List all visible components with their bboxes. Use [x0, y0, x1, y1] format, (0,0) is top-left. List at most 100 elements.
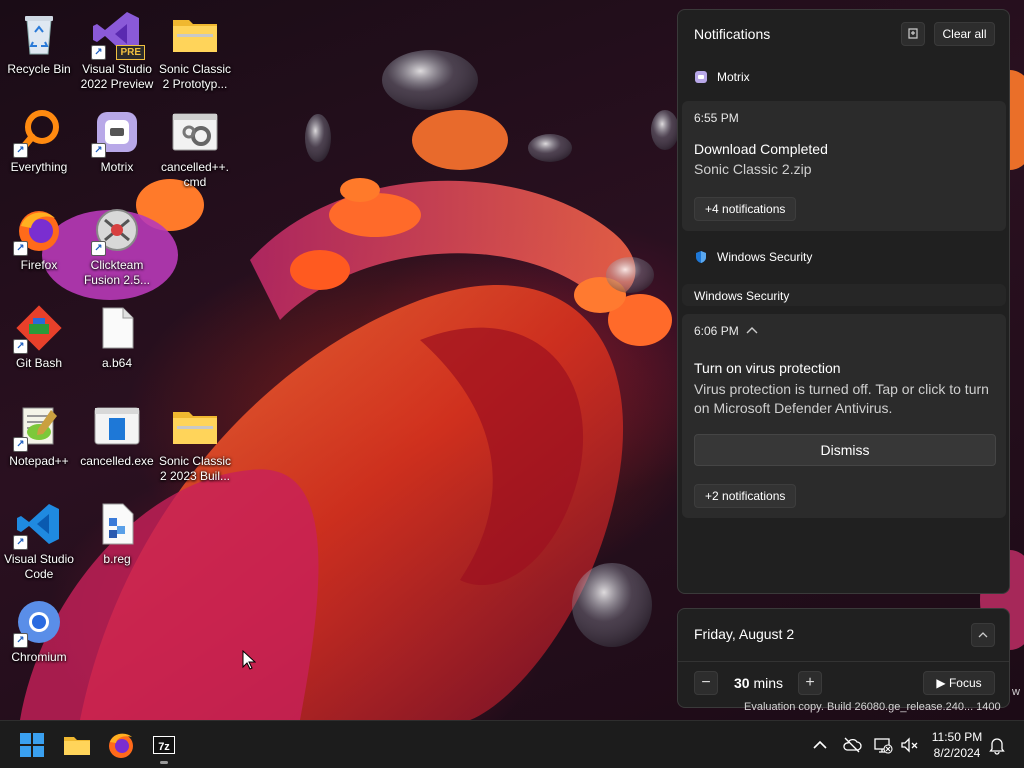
- notification-time: 6:06 PM: [694, 324, 739, 338]
- visual-studio-icon: PRE ↗: [91, 10, 145, 60]
- watermark-line-1: w: [1012, 686, 1020, 698]
- desktop-icon-everything[interactable]: ↗ Everything: [0, 102, 78, 175]
- more-notifications-button[interactable]: +2 notifications: [694, 484, 797, 508]
- desktop-icon-label: Git Bash: [15, 356, 63, 370]
- notification-card-windows-security[interactable]: 6:06 PM Turn on virus protection Virus p…: [682, 314, 1006, 518]
- desktop-icon-git-bash[interactable]: ↗ Git Bash: [0, 298, 78, 371]
- folder-icon: [171, 10, 219, 58]
- taskbar: 7z 11:50 PM 8/2/2024: [0, 720, 1024, 768]
- taskbar-firefox[interactable]: [105, 729, 137, 761]
- notification-center: Notifications Clear all Motrix 6:55 PM D…: [677, 9, 1010, 594]
- evaluation-watermark: Evaluation copy. Build 26080.ge_release.…: [744, 701, 1001, 713]
- play-icon: ▶: [936, 676, 946, 690]
- calendar-focus-panel: Friday, August 2 − 30 mins + ▶ Focus: [677, 608, 1010, 708]
- focus-decrease-button[interactable]: −: [694, 671, 718, 695]
- stacked-notification-windows-security[interactable]: Windows Security: [682, 284, 1006, 306]
- file-explorer-icon: [64, 737, 90, 755]
- desktop-icon-label: a.b64: [101, 356, 133, 370]
- notification-title: Turn on virus protection: [694, 360, 841, 376]
- desktop-icon-sonic-classic-2-2023-folder[interactable]: Sonic Classic 2 2023 Buil...: [156, 396, 234, 484]
- running-indicator: [160, 761, 168, 764]
- git-bash-icon: ↗: [13, 304, 63, 354]
- start-button[interactable]: [16, 729, 48, 761]
- desktop-icon-label: cancelled.exe: [80, 454, 154, 468]
- desktop-icon-visual-studio[interactable]: PRE ↗ Visual Studio 2022 Preview: [78, 4, 156, 92]
- desktop-icon-label: Recycle Bin: [7, 62, 71, 76]
- calendar-expand-button[interactable]: [971, 623, 995, 647]
- everything-search-icon: ↗: [13, 108, 63, 158]
- network-disconnected-icon[interactable]: [873, 735, 893, 755]
- focus-button-label: Focus: [948, 676, 982, 690]
- focus-unit: mins: [753, 675, 784, 691]
- desktop-icon-label: Sonic Classic 2 Prototyp...: [158, 62, 232, 91]
- notification-time: 6:55 PM: [694, 111, 739, 125]
- divider: [678, 661, 1009, 662]
- desktop-icon-firefox[interactable]: ↗ Firefox: [0, 200, 78, 273]
- focus-start-button[interactable]: ▶ Focus: [923, 671, 995, 695]
- desktop-icon-notepadpp[interactable]: ↗ Notepad++: [0, 396, 78, 469]
- desktop-icon-motrix[interactable]: ↗ Motrix: [78, 102, 156, 175]
- desktop-icon-label: Sonic Classic 2 2023 Buil...: [158, 454, 232, 483]
- exe-icon: [93, 402, 141, 450]
- clickteam-fusion-icon: ↗: [91, 206, 141, 256]
- desktop-icon-sonic-classic-2-prototype-folder[interactable]: Sonic Classic 2 Prototyp...: [156, 4, 234, 92]
- shortcut-arrow-icon: ↗: [13, 437, 28, 452]
- firefox-icon: ↗: [13, 206, 63, 256]
- desktop-icon-label: Everything: [10, 160, 68, 174]
- cloud-offline-icon[interactable]: [842, 735, 862, 755]
- desktop-icon-clickteam-fusion[interactable]: ↗ Clickteam Fusion 2.5...: [78, 200, 156, 288]
- shortcut-arrow-icon: ↗: [13, 535, 28, 550]
- notification-group-header-motrix[interactable]: Motrix: [694, 70, 750, 84]
- taskbar-7zip[interactable]: 7z: [148, 729, 180, 764]
- system-clock[interactable]: 11:50 PM 8/2/2024: [928, 729, 986, 761]
- shortcut-arrow-icon: ↗: [13, 339, 28, 354]
- more-notifications-button[interactable]: +4 notifications: [694, 197, 797, 221]
- clear-all-button[interactable]: Clear all: [934, 22, 995, 46]
- chevron-up-icon[interactable]: [810, 735, 830, 755]
- desktop-icon-label: Clickteam Fusion 2.5...: [83, 258, 151, 287]
- windows-start-icon: [20, 733, 44, 757]
- notification-body: Virus protection is turned off. Tap or c…: [694, 381, 989, 416]
- chevron-up-icon: [978, 632, 988, 638]
- focus-increase-button[interactable]: +: [798, 671, 822, 695]
- desktop-icon-cancelled-exe[interactable]: cancelled.exe: [78, 396, 156, 469]
- notifications-title: Notifications: [694, 26, 771, 42]
- volume-muted-icon[interactable]: [899, 735, 919, 755]
- notification-app-name: Motrix: [717, 70, 750, 84]
- motrix-icon: [695, 71, 707, 83]
- desktop-icon-label: cancelled++. cmd: [160, 160, 230, 189]
- chromium-icon: ↗: [13, 598, 63, 648]
- bell-icon[interactable]: [987, 735, 1007, 755]
- stacked-notification-title: Windows Security: [694, 289, 790, 303]
- motrix-icon: ↗: [91, 108, 141, 158]
- notification-app-name: Windows Security: [717, 250, 813, 264]
- shield-icon: [696, 251, 706, 263]
- desktop-icon-recycle-bin[interactable]: Recycle Bin: [0, 4, 78, 77]
- chevron-up-icon[interactable]: [746, 325, 758, 335]
- firefox-icon: [109, 733, 133, 758]
- notepadpp-icon: ↗: [13, 402, 63, 452]
- calendar-date: Friday, August 2: [694, 626, 795, 642]
- desktop-icon-label: b.reg: [103, 552, 131, 566]
- 7zip-icon: 7z: [153, 736, 175, 754]
- desktop-icon-label: Firefox: [20, 258, 58, 272]
- desktop-icon-b-reg[interactable]: b.reg: [78, 494, 156, 567]
- notification-group-header-windows-security[interactable]: Windows Security: [694, 250, 812, 264]
- desktop-icon-vscode[interactable]: ↗ Visual Studio Code: [0, 494, 78, 582]
- shortcut-arrow-icon: ↗: [91, 143, 106, 158]
- desktop-icon-cancelled-cmd[interactable]: cancelled++. cmd: [156, 102, 234, 190]
- desktop-icon-chromium[interactable]: ↗ Chromium: [0, 592, 78, 665]
- dismiss-button[interactable]: Dismiss: [694, 434, 996, 466]
- clock-date: 8/2/2024: [933, 746, 981, 760]
- mouse-cursor-icon: [242, 650, 256, 670]
- shortcut-arrow-icon: ↗: [13, 633, 28, 648]
- desktop-icon-label: Chromium: [11, 650, 67, 664]
- desktop-icon-a-b64[interactable]: a.b64: [78, 298, 156, 371]
- notification-card-motrix[interactable]: 6:55 PM Download Completed Sonic Classic…: [682, 101, 1006, 231]
- folder-icon: [171, 402, 219, 450]
- notification-settings-icon: [908, 28, 918, 39]
- taskbar-file-explorer[interactable]: [61, 729, 93, 761]
- clock-time: 11:50 PM: [931, 730, 983, 744]
- do-not-disturb-button[interactable]: [901, 22, 925, 46]
- notification-title: Download Completed: [694, 141, 828, 157]
